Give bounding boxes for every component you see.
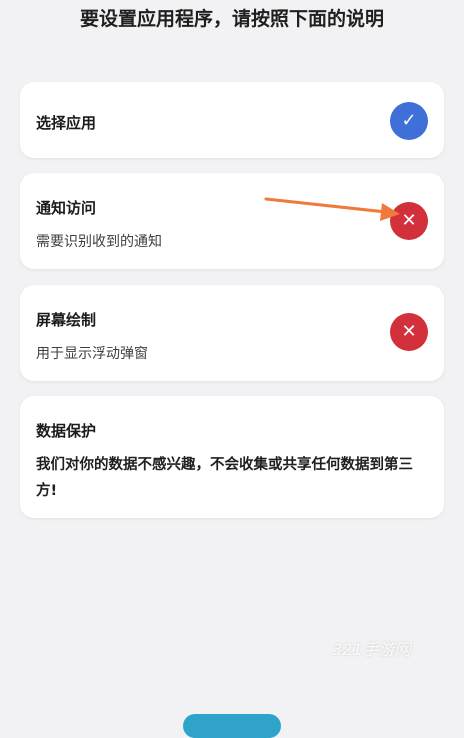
step-title: 通知访问	[36, 199, 97, 217]
privacy-title: 数据保护	[36, 422, 97, 440]
step-description: 用于显示浮动弹窗	[36, 346, 148, 362]
privacy-card: 数据保护 我们对你的数据不感兴趣，不会收集或共享任何数据到第三方!	[20, 396, 444, 518]
setup-step-screen-overlay[interactable]: 屏幕绘制 用于显示浮动弹窗 ✕	[20, 285, 444, 381]
close-icon[interactable]: ✕	[390, 202, 428, 240]
continue-button[interactable]	[183, 714, 281, 738]
step-description: 需要识别收到的通知	[36, 234, 162, 250]
setup-step-select-app[interactable]: 选择应用 ✓	[20, 82, 444, 158]
step-title: 屏幕绘制	[36, 311, 97, 329]
watermark: 321手游网	[332, 640, 411, 659]
setup-step-notification-access[interactable]: 通知访问 需要识别收到的通知 ✕	[20, 173, 444, 269]
close-icon[interactable]: ✕	[390, 313, 428, 351]
page-title: 要设置应用程序，请按照下面的说明	[79, 8, 384, 30]
step-title: 选择应用	[36, 114, 97, 132]
check-icon[interactable]: ✓	[390, 102, 428, 140]
privacy-text: 我们对你的数据不感兴趣，不会收集或共享任何数据到第三方!	[36, 457, 413, 499]
